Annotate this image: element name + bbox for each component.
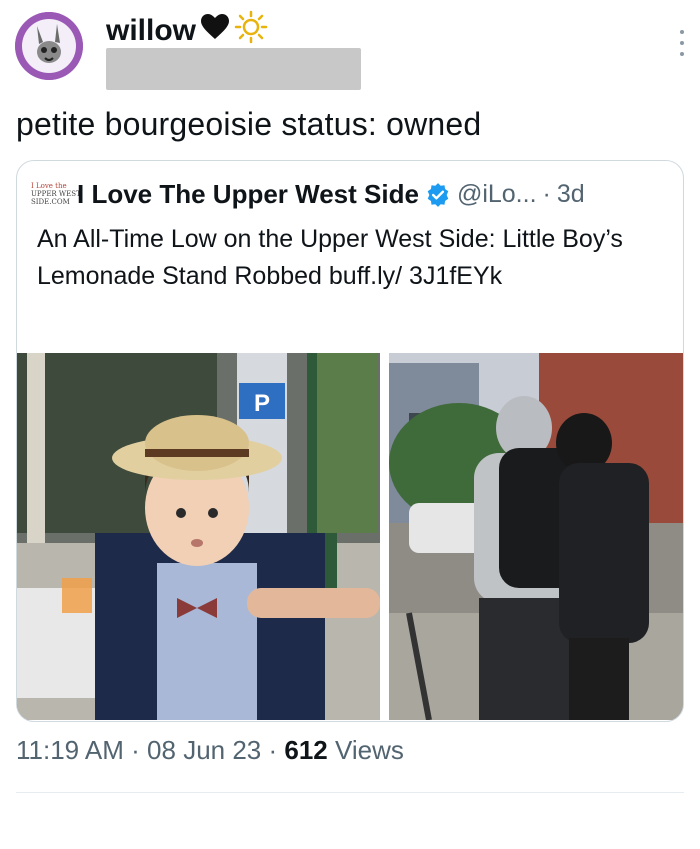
parking-sign-letter: P (254, 390, 270, 417)
tweet-time[interactable]: 11:19 AM (16, 735, 124, 765)
more-options-icon[interactable] (678, 30, 686, 56)
photo-hooded-figures[interactable] (389, 353, 683, 720)
views-label: Views (327, 735, 404, 765)
separator-dot: · (123, 735, 148, 765)
display-name[interactable]: willow (106, 10, 268, 52)
quoted-tweet[interactable]: I Love the UPPER WEST SIDE.COM I Love Th… (16, 160, 684, 722)
quoted-display-name[interactable]: I Love The Upper West Side (77, 179, 419, 210)
quoted-handle[interactable]: @iLo... (457, 180, 537, 209)
sun-icon (234, 10, 268, 52)
black-heart-icon (200, 14, 230, 48)
quoted-avatar[interactable]: I Love the UPPER WEST SIDE.COM (31, 182, 81, 208)
tweet-meta: 11:19 AM · 08 Jun 23 · 612 Views (16, 735, 404, 766)
views-count[interactable]: 612 (284, 735, 327, 765)
avatar[interactable] (15, 12, 83, 80)
tweet: willow petite bourgeoisie status: owned … (0, 0, 700, 849)
quoted-timestamp[interactable]: 3d (557, 180, 585, 209)
tweet-date[interactable]: 08 Jun 23 (147, 735, 261, 765)
photo-boy-in-hat[interactable]: P (17, 353, 380, 720)
tweet-text: petite bourgeoisie status: owned (16, 106, 482, 142)
separator-dot: · (542, 180, 551, 208)
quoted-tweet-text: An All-Time Low on the Upper West Side: … (37, 225, 623, 290)
verified-badge-icon (425, 182, 451, 208)
separator-dot: · (261, 735, 285, 765)
rabbit-skull-icon (15, 12, 83, 80)
divider (16, 792, 684, 793)
display-name-text: willow (106, 14, 196, 47)
quoted-tweet-header: I Love the UPPER WEST SIDE.COM I Love Th… (31, 179, 585, 210)
redacted-handle (106, 48, 361, 90)
